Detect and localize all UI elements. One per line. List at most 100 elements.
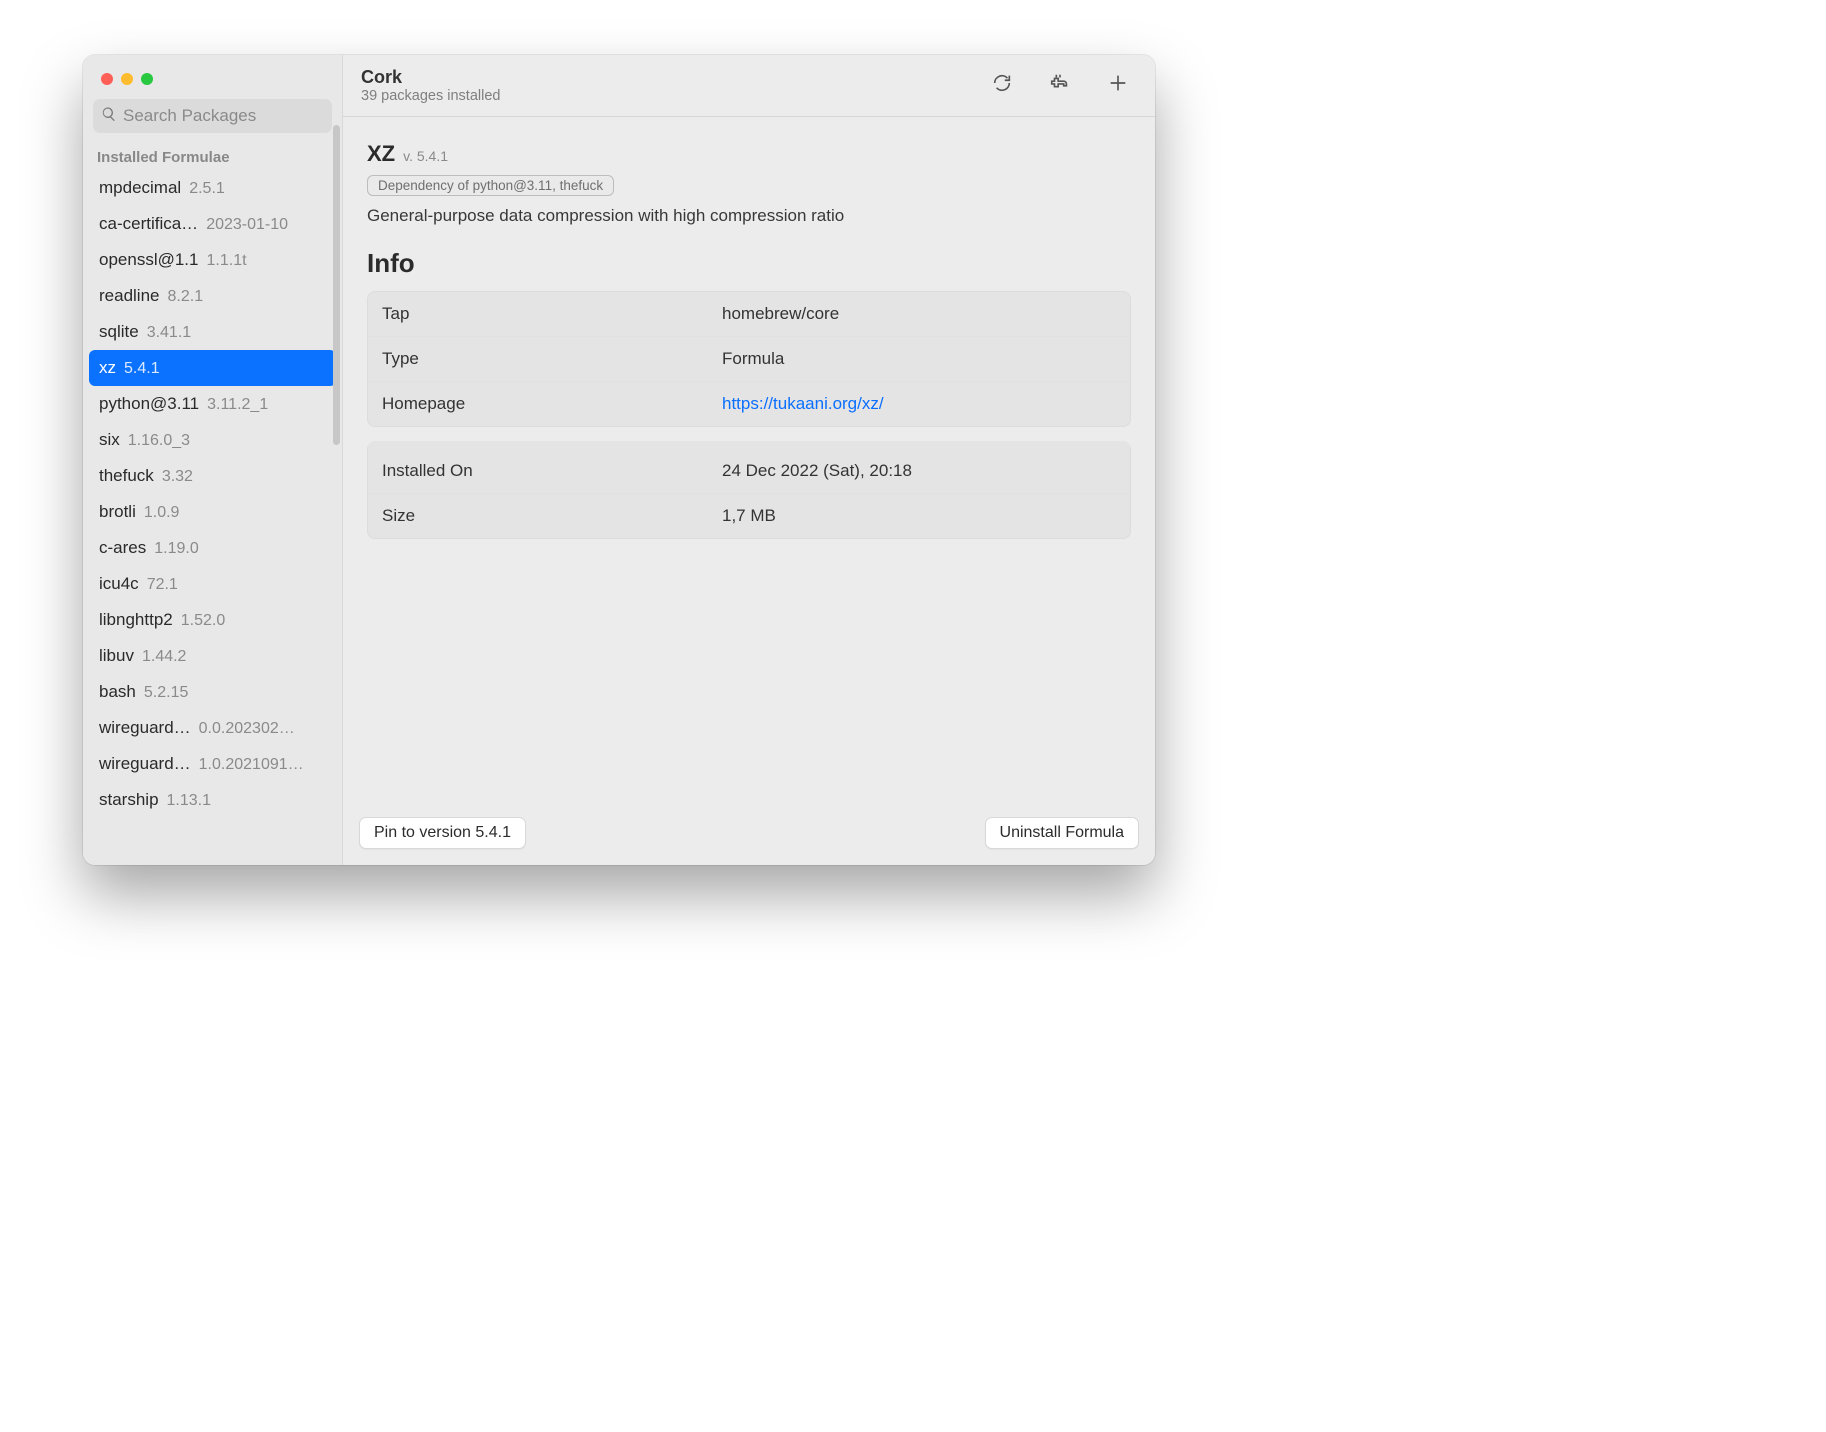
info-group: Taphomebrew/coreTypeFormulaHomepagehttps…	[367, 291, 1131, 427]
package-list[interactable]: mpdecimal 2.5.1 ca-certifica… 2023-01-10 ope…	[83, 170, 342, 865]
info-value: 24 Dec 2022 (Sat), 20:18	[722, 461, 1116, 481]
close-window-button[interactable]	[101, 73, 113, 85]
info-row: Homepagehttps://tukaani.org/xz/	[368, 381, 1130, 426]
info-heading: Info	[367, 248, 1131, 279]
package-list-name: starship	[99, 790, 159, 810]
sidebar-item[interactable]: mpdecimal 2.5.1	[89, 170, 336, 206]
info-row: Size1,7 MB	[368, 493, 1130, 538]
sidebar-item[interactable]: icu4c 72.1	[89, 566, 336, 602]
sidebar-item[interactable]: xz 5.4.1	[89, 350, 336, 386]
sidebar-item[interactable]: python@3.11 3.11.2_1	[89, 386, 336, 422]
info-group: Installed On24 Dec 2022 (Sat), 20:18 Size…	[367, 441, 1131, 539]
package-list-version: 1.16.0_3	[128, 432, 190, 450]
package-list-name: xz	[99, 358, 116, 378]
package-list-name: c-ares	[99, 538, 146, 558]
package-list-name: ca-certifica…	[99, 214, 198, 234]
info-key: Homepage	[382, 394, 722, 414]
info-value: 1,7 MB	[722, 506, 1116, 526]
package-name: XZ	[367, 141, 395, 167]
info-row: Taphomebrew/core	[368, 292, 1130, 336]
info-value-link[interactable]: https://tukaani.org/xz/	[722, 394, 1116, 414]
info-key: Type	[382, 349, 722, 369]
package-list-version: 1.19.0	[154, 540, 198, 558]
scrollbar-thumb[interactable]	[333, 125, 340, 445]
sidebar-item[interactable]: libuv 1.44.2	[89, 638, 336, 674]
main-pane: Cork 39 packages installed XZ	[343, 55, 1155, 865]
package-list-version: 1.44.2	[142, 648, 186, 666]
pin-button[interactable]: Pin to version 5.4.1	[359, 817, 526, 849]
info-value: Formula	[722, 349, 1116, 369]
plus-icon	[1107, 72, 1129, 99]
info-key: Size	[382, 506, 722, 526]
sidebar-item[interactable]: c-ares 1.19.0	[89, 530, 336, 566]
sidebar-item[interactable]: bash 5.2.15	[89, 674, 336, 710]
package-version: v. 5.4.1	[403, 148, 448, 164]
package-list-version: 72.1	[147, 576, 178, 594]
sidebar-item[interactable]: wireguard… 0.0.202302…	[89, 710, 336, 746]
sidebar-item[interactable]: openssl@1.11.1.1t	[89, 242, 336, 278]
info-key: Tap	[382, 304, 722, 324]
toolbar: Cork 39 packages installed	[343, 55, 1155, 117]
sidebar-item[interactable]: libnghttp2 1.52.0	[89, 602, 336, 638]
faucet-icon	[1049, 72, 1071, 99]
window-controls	[83, 55, 342, 99]
app-subtitle: 39 packages installed	[361, 88, 963, 105]
sidebar-section-header: Installed Formulae	[83, 139, 342, 170]
package-list-name: thefuck	[99, 466, 154, 486]
package-list-name: six	[99, 430, 120, 450]
package-list-name: mpdecimal	[99, 178, 181, 198]
sidebar: Installed Formulae mpdecimal 2.5.1 ca-cert…	[83, 55, 343, 865]
package-list-version: 5.2.15	[144, 684, 188, 702]
sidebar-item[interactable]: thefuck 3.32	[89, 458, 336, 494]
app-window: Installed Formulae mpdecimal 2.5.1 ca-cert…	[83, 55, 1155, 865]
app-title: Cork	[361, 67, 963, 88]
sidebar-item[interactable]: sqlite 3.41.1	[89, 314, 336, 350]
package-list-name: bash	[99, 682, 136, 702]
sidebar-item[interactable]: ca-certifica… 2023-01-10	[89, 206, 336, 242]
package-list-version: 2.5.1	[189, 180, 225, 198]
package-list-version: 1.52.0	[181, 612, 225, 630]
package-list-version: 1.0.2021091…	[199, 756, 304, 774]
fullscreen-window-button[interactable]	[141, 73, 153, 85]
package-list-name: libuv	[99, 646, 134, 666]
package-list-name: readline	[99, 286, 160, 306]
package-list-version: 3.11.2_1	[207, 396, 268, 414]
package-list-version: 5.4.1	[124, 360, 160, 378]
sidebar-item[interactable]: six 1.16.0_3	[89, 422, 336, 458]
sidebar-item[interactable]: brotli 1.0.9	[89, 494, 336, 530]
package-list-version: 3.32	[162, 468, 193, 486]
package-description: General-purpose data compression with hi…	[367, 206, 1131, 226]
minimize-window-button[interactable]	[121, 73, 133, 85]
uninstall-button[interactable]: Uninstall Formula	[985, 817, 1139, 849]
detail-content: XZ v. 5.4.1 Dependency of python@3.11, t…	[343, 117, 1155, 805]
tap-button[interactable]	[1041, 67, 1079, 105]
package-list-version: 1.0.9	[144, 504, 180, 522]
search-input[interactable]	[123, 106, 324, 126]
dependency-badge: Dependency of python@3.11, thefuck	[367, 175, 614, 196]
info-key: Installed On	[382, 461, 722, 481]
refresh-button[interactable]	[983, 67, 1021, 105]
package-list-name: icu4c	[99, 574, 139, 594]
package-list-name: brotli	[99, 502, 136, 522]
package-list-version: 8.2.1	[168, 288, 204, 306]
sidebar-item[interactable]: wireguard… 1.0.2021091…	[89, 746, 336, 782]
sidebar-item[interactable]: starship 1.13.1	[89, 782, 336, 818]
package-list-version: 0.0.202302…	[199, 720, 295, 738]
search-icon	[101, 106, 117, 127]
add-button[interactable]	[1099, 67, 1137, 105]
footer: Pin to version 5.4.1 Uninstall Formula	[343, 805, 1155, 865]
sidebar-item[interactable]: readline 8.2.1	[89, 278, 336, 314]
package-list-name: python@3.11	[99, 394, 199, 414]
package-list-name: libnghttp2	[99, 610, 173, 630]
info-value: homebrew/core	[722, 304, 1116, 324]
package-list-name: openssl@1.1	[99, 250, 199, 270]
search-field[interactable]	[93, 99, 332, 133]
package-list-name: wireguard…	[99, 718, 191, 738]
package-list-version: 1.13.1	[167, 792, 211, 810]
package-list-name: sqlite	[99, 322, 139, 342]
package-list-version: 2023-01-10	[206, 216, 288, 234]
info-row: TypeFormula	[368, 336, 1130, 381]
package-list-name: wireguard…	[99, 754, 191, 774]
refresh-icon	[991, 72, 1013, 99]
package-list-version: 3.41.1	[147, 324, 191, 342]
